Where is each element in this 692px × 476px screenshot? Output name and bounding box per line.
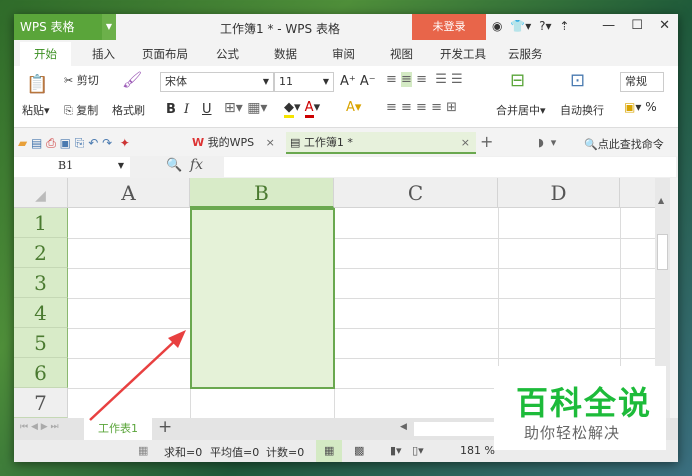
watermark-subtitle: 助你轻松解决 [524,424,621,442]
watermark: 百科全说 助你轻松解决 [494,366,666,450]
watermark-title: 百科全说 [516,384,653,422]
